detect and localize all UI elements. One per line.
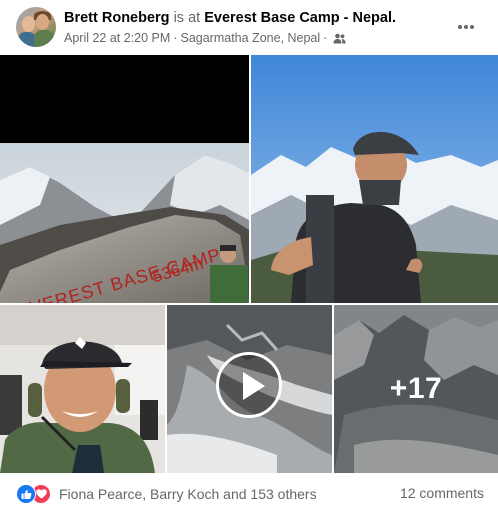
- photo-hiker-mountains[interactable]: [251, 55, 498, 303]
- more-horizontal-icon: [457, 17, 475, 35]
- engagement-bar: Fiona Pearce, Barry Koch and 153 others …: [0, 473, 498, 508]
- more-photos-overlay[interactable]: +17: [334, 305, 498, 473]
- like-icon: [16, 484, 36, 504]
- author-avatar[interactable]: [16, 7, 56, 47]
- video-glacier[interactable]: [167, 305, 332, 473]
- reactors-text[interactable]: Fiona Pearce, Barry Koch and 153 others: [59, 486, 317, 502]
- play-icon: [243, 372, 265, 400]
- more-photos-count: +17: [389, 372, 443, 405]
- author-name[interactable]: Brett Roneberg: [64, 10, 170, 26]
- post-timestamp[interactable]: April 22 at 2:20 PM: [64, 31, 170, 45]
- play-button[interactable]: [216, 352, 282, 418]
- photo-more-media[interactable]: +17: [334, 305, 498, 473]
- reaction-icons[interactable]: [16, 484, 56, 504]
- post-location[interactable]: Sagarmatha Zone, Nepal: [180, 31, 320, 45]
- photo-grid: EVEREST BASE CAMP 5364m +17: [0, 55, 498, 473]
- post-header: Brett Roneberg is at Everest Base Camp -…: [0, 0, 498, 55]
- feed-post: Brett Roneberg is at Everest Base Camp -…: [0, 0, 498, 508]
- comments-count[interactable]: 12 comments: [400, 485, 484, 501]
- checkin-place[interactable]: Everest Base Camp - Nepal.: [204, 10, 396, 26]
- meta-separator-2: ·: [323, 31, 328, 45]
- is-at-text: is at: [173, 10, 201, 26]
- meta-separator: ·: [173, 31, 178, 45]
- post-title-line: Brett Roneberg is at Everest Base Camp -…: [64, 9, 396, 27]
- photo-helicopter-selfie[interactable]: [0, 305, 165, 473]
- more-options-button[interactable]: [452, 12, 480, 40]
- post-meta: April 22 at 2:20 PM · Sagarmatha Zone, Nep…: [64, 30, 346, 48]
- photo-base-camp-rock[interactable]: EVEREST BASE CAMP 5364m: [0, 55, 249, 303]
- friends-icon[interactable]: [333, 32, 346, 48]
